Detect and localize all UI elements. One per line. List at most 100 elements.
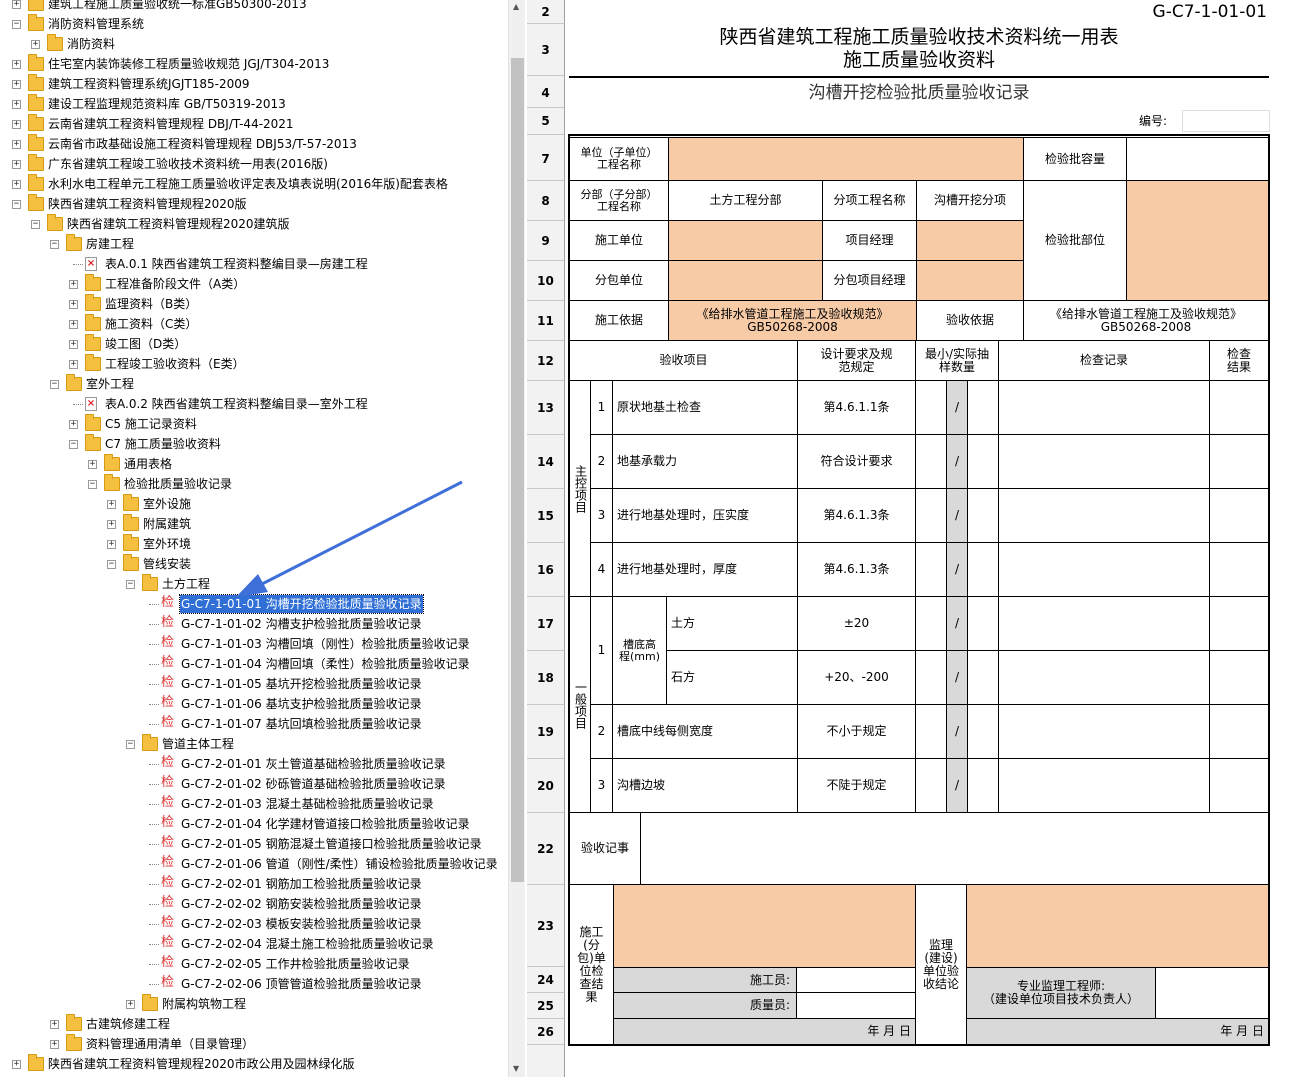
tree-node-label[interactable]: C5 施工记录资料 — [104, 414, 198, 434]
tree-node-label[interactable]: 检验批质量验收记录 — [123, 474, 233, 494]
tree-node-label[interactable]: 古建筑修建工程 — [85, 1014, 171, 1034]
tree-node-label[interactable]: 表A.0.2 陕西省建筑工程资料整编目录—室外工程 — [104, 394, 369, 414]
tree-node-label[interactable]: 工程准备阶段文件（A类） — [104, 274, 246, 294]
tree-node[interactable]: − 管线安装 — [0, 554, 508, 574]
sample-actual[interactable]: / — [946, 704, 968, 759]
tree-node[interactable]: + 室外环境 — [0, 534, 508, 554]
tree-node[interactable]: + 通用表格 — [0, 454, 508, 474]
tree-scrollbar[interactable]: ▲ ▼ — [508, 0, 525, 1077]
row-header[interactable]: 7 — [527, 137, 565, 181]
tree-node-label[interactable]: 云南省建筑工程资料管理规程 DBJ/T-44-2021 — [47, 114, 295, 134]
acceptance-basis-value[interactable]: 《给排水管道工程施工及验收规范》 GB50268-2008 — [1023, 300, 1269, 341]
tree-node[interactable]: + 住宅室内装饰装修工程质量验收规范 JGJ/T304-2013 — [0, 54, 508, 74]
check-record[interactable] — [998, 758, 1210, 813]
number-input[interactable] — [1182, 110, 1270, 132]
row-header[interactable]: 9 — [527, 221, 565, 261]
project-manager-input[interactable] — [916, 220, 1024, 261]
sub-project-value[interactable]: 土方工程分部 — [668, 180, 823, 221]
tree-node-label[interactable]: G-C7-2-01-02 砂砾管道基础检验批质量验收记录 — [180, 774, 447, 794]
tree-node[interactable]: 检 G-C7-2-01-03 混凝土基础检验批质量验收记录 — [0, 794, 508, 814]
tree-node[interactable]: + 监理资料（B类） — [0, 294, 508, 314]
quality-officer-input[interactable] — [796, 992, 916, 1019]
check-result[interactable] — [1209, 488, 1269, 543]
tree-node[interactable]: + 资料管理通用清单（目录管理） — [0, 1034, 508, 1054]
tree-node-label[interactable]: G-C7-2-02-01 钢筋加工检验批质量验收记录 — [180, 874, 423, 894]
check-result[interactable] — [1209, 542, 1269, 597]
sample-actual[interactable]: / — [946, 596, 968, 651]
tree-node[interactable]: + 古建筑修建工程 — [0, 1014, 508, 1034]
expand-icon[interactable]: + — [107, 500, 116, 509]
tree-node-label[interactable]: G-C7-2-01-03 混凝土基础检验批质量验收记录 — [180, 794, 435, 814]
tree-node[interactable]: + 云南省建筑工程资料管理规程 DBJ/T-44-2021 — [0, 114, 508, 134]
check-record[interactable] — [998, 596, 1210, 651]
scrollbar-thumb[interactable] — [511, 58, 524, 882]
expand-icon[interactable]: + — [12, 120, 21, 129]
row-header[interactable]: 11 — [527, 301, 565, 341]
tree-node-label[interactable]: 住宅室内装饰装修工程质量验收规范 JGJ/T304-2013 — [47, 54, 330, 74]
scroll-up-icon[interactable]: ▲ — [513, 2, 519, 11]
acceptance-notes-input[interactable] — [640, 812, 1269, 885]
construction-check-input[interactable] — [613, 884, 916, 968]
sample-actual[interactable]: / — [946, 380, 968, 435]
tree-node[interactable]: 检 G-C7-2-02-03 模板安装检验批质量验收记录 — [0, 914, 508, 934]
tree-node[interactable]: 检 G-C7-2-01-04 化学建材管道接口检验批质量验收记录 — [0, 814, 508, 834]
check-result[interactable] — [1209, 758, 1269, 813]
file-tree[interactable]: + 建筑工程施工质量验收统一标准GB50300-2013 − 消防资料管理系统 + 消防资… — [0, 0, 508, 1077]
sample-actual[interactable]: / — [946, 758, 968, 813]
tree-node[interactable]: + 竣工图（D类） — [0, 334, 508, 354]
tree-node[interactable]: 检 G-C7-1-01-03 沟槽回填（刚性）检验批质量验收记录 — [0, 634, 508, 654]
collapse-icon[interactable]: − — [126, 740, 135, 749]
sample-min[interactable] — [915, 380, 947, 435]
batch-capacity-input[interactable] — [1126, 137, 1269, 181]
check-record[interactable] — [998, 488, 1210, 543]
sample-extra[interactable] — [967, 704, 999, 759]
row-header[interactable]: 2 — [527, 0, 565, 24]
sample-actual[interactable]: / — [946, 434, 968, 489]
tree-node[interactable]: 检 G-C7-2-02-05 工作井检验批质量验收记录 — [0, 954, 508, 974]
tree-node[interactable]: 检 G-C7-2-01-06 管道（刚性/柔性）铺设检验批质量验收记录 — [0, 854, 508, 874]
supervisor-signature-input[interactable] — [1155, 967, 1269, 1019]
tree-node-label[interactable]: G-C7-1-01-07 基坑回填检验批质量验收记录 — [180, 714, 423, 734]
tree-node[interactable]: 检 G-C7-1-01-07 基坑回填检验批质量验收记录 — [0, 714, 508, 734]
expand-icon[interactable]: + — [69, 360, 78, 369]
expand-icon[interactable]: + — [12, 180, 21, 189]
sample-extra[interactable] — [967, 380, 999, 435]
row-header[interactable]: 15 — [527, 489, 565, 543]
row-header[interactable]: 18 — [527, 651, 565, 705]
check-result[interactable] — [1209, 704, 1269, 759]
tree-node[interactable]: + 陕西省建筑工程资料管理规程2020市政公用及园林绿化版 — [0, 1054, 508, 1074]
row-header[interactable]: 12 — [527, 341, 565, 381]
expand-icon[interactable]: + — [12, 140, 21, 149]
scroll-down-icon[interactable]: ▼ — [513, 1064, 519, 1073]
tree-node[interactable]: 检 G-C7-2-01-05 钢筋混凝土管道接口检验批质量验收记录 — [0, 834, 508, 854]
row-header[interactable]: 5 — [527, 108, 565, 135]
tree-node[interactable]: + 工程竣工验收资料（E类） — [0, 354, 508, 374]
collapse-icon[interactable]: − — [126, 580, 135, 589]
sample-min[interactable] — [915, 488, 947, 543]
check-record[interactable] — [998, 650, 1210, 705]
row-header[interactable]: 25 — [527, 993, 565, 1019]
sample-extra[interactable] — [967, 596, 999, 651]
tree-node[interactable]: − C7 施工质量验收资料 — [0, 434, 508, 454]
tree-node-label[interactable]: G-C7-2-02-05 工作井检验批质量验收记录 — [180, 954, 411, 974]
check-result[interactable] — [1209, 650, 1269, 705]
check-record[interactable] — [998, 542, 1210, 597]
sample-extra[interactable] — [967, 758, 999, 813]
expand-icon[interactable]: + — [12, 160, 21, 169]
tree-node-label[interactable]: 竣工图（D类） — [104, 334, 187, 354]
spreadsheet-form[interactable]: 2 3 4 5 7 8 9 10 11 12 13 14 15 16 17 18 19 20 22 23 24 25 26 … — [527, 0, 1289, 1077]
sample-extra[interactable] — [967, 488, 999, 543]
collapse-icon[interactable]: − — [88, 480, 97, 489]
tree-node-label[interactable]: 管道主体工程 — [161, 734, 235, 754]
expand-icon[interactable]: + — [50, 1040, 59, 1049]
tree-node[interactable]: + 附属建筑 — [0, 514, 508, 534]
tree-node[interactable]: 检 G-C7-2-02-04 混凝土施工检验批质量验收记录 — [0, 934, 508, 954]
check-result[interactable] — [1209, 380, 1269, 435]
construction-basis-value[interactable]: 《给排水管道工程施工及验收规范》 GB50268-2008 — [668, 300, 917, 341]
expand-icon[interactable]: + — [12, 1060, 21, 1069]
check-result[interactable] — [1209, 434, 1269, 489]
collapse-icon[interactable]: − — [31, 220, 40, 229]
tree-node[interactable]: − 陕西省建筑工程资料管理规程2020建筑版 — [0, 214, 508, 234]
row-header[interactable]: 4 — [527, 78, 565, 108]
tree-node[interactable]: + 附属构筑物工程 — [0, 994, 508, 1014]
